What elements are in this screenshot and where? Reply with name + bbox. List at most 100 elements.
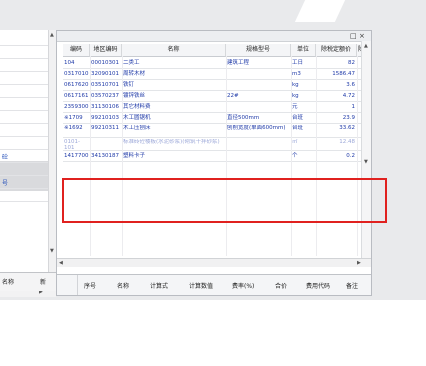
- left-list-item-label: 号: [2, 180, 9, 187]
- header-region-code[interactable]: 地区编码: [90, 44, 122, 57]
- header-spec[interactable]: 规格型号: [226, 44, 291, 57]
- grid-cell-name[interactable]: 木工圆锯机: [123, 114, 225, 122]
- bottom-header-fee-code[interactable]: 费用代码: [306, 281, 330, 290]
- grid-cell-name[interactable]: 塑料卡子: [123, 152, 225, 160]
- row-divider: [63, 68, 365, 69]
- row-divider: [63, 137, 365, 138]
- left-list-item[interactable]: [0, 58, 48, 72]
- scroll-right-icon[interactable]: ▶: [357, 260, 361, 266]
- grid-cell-unit[interactable]: ㎡: [292, 139, 315, 145]
- scroll-up-icon[interactable]: ▲: [50, 32, 54, 38]
- left-list-item[interactable]: [0, 136, 48, 150]
- vertical-scrollbar[interactable]: ▲ ▼: [361, 41, 371, 258]
- left-list-item[interactable]: [0, 45, 48, 59]
- grid-cell-name[interactable]: 二类工: [123, 59, 225, 67]
- bottom-header-rate[interactable]: 费率(%): [232, 281, 254, 290]
- bottom-header-index[interactable]: 序号: [84, 281, 96, 290]
- grid-cell-code[interactable]: 1417700: [64, 152, 89, 160]
- row-divider: [63, 79, 365, 80]
- left-list-item[interactable]: [0, 162, 48, 176]
- grid-cell-price[interactable]: 3.6: [317, 81, 355, 89]
- row-divider: [63, 90, 365, 91]
- grid-cell-unit[interactable]: 台班: [292, 125, 315, 131]
- grid-cell-price[interactable]: 1: [317, 103, 356, 111]
- grid-cell-spec[interactable]: 建筑工程: [227, 59, 290, 67]
- grid-cell-code[interactable]: 0617620: [64, 81, 89, 89]
- left-list-item[interactable]: [0, 110, 48, 124]
- header-price[interactable]: 除税定额价: [316, 44, 357, 57]
- grid-cell-price[interactable]: 0.2: [317, 152, 355, 160]
- left-list-item[interactable]: [0, 71, 48, 85]
- grid-cell-unit[interactable]: 工日: [292, 59, 315, 67]
- bottom-header-value[interactable]: 计算数值: [189, 281, 213, 290]
- column-divider: [122, 56, 123, 256]
- left-list-item-label: 砼: [2, 154, 9, 161]
- grid-cell-price[interactable]: 23.9: [317, 114, 355, 122]
- grid-cell-name[interactable]: 标准砖砼楼板(水泥砂浆)(砌筑干拌砂浆): [123, 139, 225, 145]
- column-divider: [90, 56, 91, 256]
- grid-cell-unit[interactable]: kg: [292, 81, 315, 89]
- close-icon[interactable]: ×: [359, 32, 365, 40]
- restore-icon[interactable]: □: [350, 32, 357, 40]
- grid-cell-region[interactable]: 32090101: [91, 70, 121, 78]
- grid-cell-region[interactable]: 03570237: [91, 92, 121, 100]
- grid-cell-price[interactable]: 82: [317, 59, 355, 67]
- grid-cell-code[interactable]: 0317010: [64, 70, 89, 78]
- grid-cell-code[interactable]: ※1709: [64, 114, 89, 122]
- scroll-left-icon[interactable]: ◀: [59, 260, 63, 266]
- grid-cell-region[interactable]: 99210311: [91, 125, 121, 131]
- row-divider: [63, 101, 365, 102]
- scroll-down-icon[interactable]: ▼: [364, 159, 368, 165]
- grid-cell-unit[interactable]: 元: [292, 103, 315, 111]
- left-list-item[interactable]: [0, 84, 48, 98]
- left-list-item[interactable]: [0, 123, 48, 137]
- grid-cell-region[interactable]: 99210103: [91, 114, 121, 122]
- grid-cell-name[interactable]: 周转木材: [123, 70, 225, 78]
- grid-cell-price[interactable]: 4.72: [317, 92, 355, 100]
- grid-cell-code[interactable]: 2359300: [64, 103, 89, 111]
- grid-cell-region[interactable]: 31130106: [91, 103, 121, 111]
- scroll-up-icon[interactable]: ▲: [364, 43, 368, 49]
- grid-cell-unit[interactable]: kg: [292, 92, 315, 100]
- scroll-down-icon[interactable]: ▼: [50, 248, 54, 254]
- left-list-item[interactable]: [0, 97, 48, 111]
- grid-cell-code[interactable]: ※1692: [64, 125, 89, 131]
- grid-cell-region[interactable]: 34130187: [91, 152, 121, 160]
- grid-cell-name[interactable]: 其它材料费: [123, 103, 225, 111]
- grid-cell-unit[interactable]: 台班: [292, 114, 315, 122]
- grid-cell-price[interactable]: 12.48: [317, 139, 355, 145]
- header-name[interactable]: 名称: [122, 44, 226, 57]
- left-list-item[interactable]: 砼: [0, 149, 48, 163]
- horizontal-scrollbar[interactable]: ◀ ▶: [57, 258, 371, 267]
- header-code[interactable]: 编码: [63, 44, 90, 57]
- grid-cell-name[interactable]: 木工压刨床: [123, 125, 225, 131]
- left-list-item[interactable]: [0, 188, 48, 202]
- row-divider: [63, 123, 365, 124]
- material-list-window: □ × 编码 地区编码 名称 规格型号 单位 除税定额价 除 104000103…: [56, 30, 372, 296]
- grid-cell-spec[interactable]: 直径500mm: [227, 114, 290, 122]
- grid-cell-region[interactable]: 00010301: [91, 59, 121, 67]
- grid-cell-name[interactable]: 铁钉: [123, 81, 225, 89]
- bottom-header-total[interactable]: 合价: [275, 281, 287, 290]
- left-bottom-header: 名称 新: [0, 272, 56, 291]
- left-header-name: 名称: [2, 279, 15, 286]
- left-list-item[interactable]: 号: [0, 175, 48, 189]
- grid-cell-spec[interactable]: 刨削宽度(单面600mm): [227, 125, 290, 131]
- grid-cell-price[interactable]: 33.62: [317, 125, 355, 131]
- bottom-header-remark[interactable]: 备注: [346, 281, 358, 290]
- grid-cell-price[interactable]: 1586.47: [317, 70, 355, 78]
- grid-cell-unit[interactable]: 个: [292, 152, 315, 160]
- grid-cell-spec[interactable]: 22#: [227, 92, 290, 100]
- grid-cell-unit[interactable]: m3: [292, 70, 315, 78]
- left-list-item[interactable]: [0, 32, 48, 46]
- grid-cell-name[interactable]: 镀锌铁丝: [123, 92, 225, 100]
- grid-cell-region[interactable]: 03510701: [91, 81, 121, 89]
- window-titlebar: □ ×: [57, 31, 371, 42]
- grid-cell-code[interactable]: 0617161: [64, 92, 89, 100]
- header-unit[interactable]: 单位: [291, 44, 316, 57]
- bottom-header-formula[interactable]: 计算式: [150, 281, 168, 290]
- column-divider: [226, 56, 227, 256]
- bottom-header-name[interactable]: 名称: [117, 281, 129, 290]
- grid-cell-code[interactable]: 104: [64, 59, 89, 67]
- left-panel: 砼号 ▲ ▼ ▶: [0, 30, 57, 297]
